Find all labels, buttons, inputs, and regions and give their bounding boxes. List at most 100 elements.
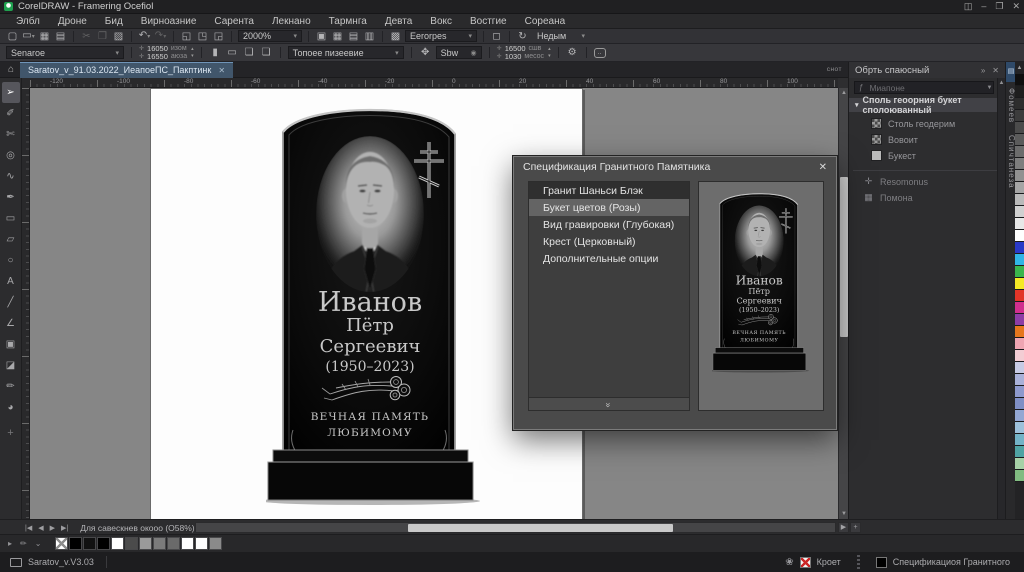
palette-swatch[interactable] bbox=[1015, 98, 1024, 110]
palette-swatch[interactable] bbox=[1015, 458, 1024, 470]
scroll-up-icon[interactable]: ▲ bbox=[998, 78, 1005, 88]
doc-palette-swatch[interactable] bbox=[153, 537, 166, 550]
eyedropper-tool[interactable]: ✏ bbox=[2, 376, 20, 397]
size-height-field[interactable]: 1030 bbox=[505, 52, 522, 61]
show-grid-icon[interactable]: ▤ bbox=[347, 30, 360, 43]
position-y-field[interactable]: 16550 bbox=[147, 52, 168, 61]
menu-text[interactable]: Девта bbox=[377, 15, 420, 28]
palette-swatch[interactable] bbox=[1015, 74, 1024, 86]
palette-swatch[interactable] bbox=[1015, 158, 1024, 170]
palette-swatch[interactable] bbox=[1015, 326, 1024, 338]
docker-scrollbar[interactable]: ▲ bbox=[997, 78, 1005, 519]
menu-tools[interactable]: Востгие bbox=[462, 15, 515, 28]
doc-palette-swatch[interactable] bbox=[97, 537, 110, 550]
doc-palette-swatch[interactable] bbox=[125, 537, 138, 550]
nudge-icon[interactable]: ✥ bbox=[419, 46, 432, 59]
monument-surname[interactable]: Иванов bbox=[318, 287, 422, 318]
palette-swatch[interactable] bbox=[1015, 302, 1024, 314]
palette-swatch[interactable] bbox=[1015, 242, 1024, 254]
palette-swatch[interactable] bbox=[1015, 362, 1024, 374]
palette-swatch[interactable] bbox=[1015, 470, 1024, 482]
monument-epitaph-line2[interactable]: ЛЮБИМОМУ bbox=[327, 427, 412, 439]
layer-group-header[interactable]: ▾ Споль геоорния букет сполоюванный bbox=[849, 98, 1006, 112]
connector-tool[interactable]: ∠ bbox=[2, 313, 20, 334]
monument-first-name[interactable]: Пётр bbox=[346, 315, 394, 336]
quick-launch-icon[interactable]: ◫ bbox=[964, 1, 973, 12]
scroll-right-icon[interactable]: ▶ bbox=[838, 522, 849, 533]
palette-swatch[interactable] bbox=[1015, 266, 1024, 278]
feedback-icon[interactable]: ‥ bbox=[594, 48, 606, 58]
restore-button[interactable]: ❐ bbox=[995, 1, 1003, 12]
page-portrait-icon[interactable]: ▮ bbox=[209, 46, 222, 59]
artistic-media-tool[interactable]: ✒ bbox=[2, 187, 20, 208]
palette-swatch[interactable] bbox=[1015, 338, 1024, 350]
palette-swatch[interactable] bbox=[1015, 86, 1024, 98]
new-document-icon[interactable]: ▢ bbox=[6, 30, 19, 43]
home-icon[interactable]: ⌂ bbox=[8, 64, 14, 75]
monument-epitaph-line1[interactable]: ВЕЧНАЯ ПАМЯТЬ bbox=[311, 411, 429, 423]
doc-palette-swatch[interactable] bbox=[83, 537, 96, 550]
extra-item-resomonus[interactable]: ✛ Resomonus bbox=[849, 174, 1006, 189]
palette-options-icon[interactable]: ⌄ bbox=[35, 539, 42, 548]
menu-layout[interactable]: Вирноазние bbox=[133, 15, 205, 28]
list-item-extra-options[interactable]: Дополнительные опции bbox=[529, 250, 689, 267]
rectangle-tool[interactable]: ▭ bbox=[2, 208, 20, 229]
vertical-scroll-thumb[interactable] bbox=[840, 177, 848, 337]
fill-color-swatch[interactable] bbox=[876, 557, 887, 568]
shape-tool[interactable]: ✐ bbox=[2, 103, 20, 124]
doc-palette-swatch[interactable] bbox=[181, 537, 194, 550]
docker-close-icon[interactable]: ✕ bbox=[992, 66, 999, 75]
next-page-button[interactable]: ▶ bbox=[50, 524, 55, 532]
base-plinth[interactable] bbox=[273, 450, 468, 462]
show-rulers-icon[interactable]: ▦ bbox=[331, 30, 344, 43]
snap-to-combo[interactable]: Eerorpes▾ bbox=[405, 30, 477, 42]
customize-toolbox-button[interactable]: + bbox=[2, 422, 20, 443]
close-button[interactable]: ✕ bbox=[1012, 1, 1020, 12]
palette-swatch[interactable] bbox=[1015, 314, 1024, 326]
dialog-close-icon[interactable]: ✕ bbox=[819, 162, 827, 173]
palette-swatch[interactable] bbox=[1015, 434, 1024, 446]
export-icon[interactable]: ◳ bbox=[196, 30, 209, 43]
list-item-cross[interactable]: Крест (Церковный) bbox=[529, 233, 689, 250]
crop-tool[interactable]: ✄ bbox=[2, 124, 20, 145]
palette-scroll-up-icon[interactable]: ▲ bbox=[1015, 62, 1024, 74]
save-icon[interactable]: ▦ bbox=[38, 30, 51, 43]
snap-icon[interactable]: ▩ bbox=[389, 30, 402, 43]
palette-swatch[interactable] bbox=[1015, 194, 1024, 206]
list-item-engraving[interactable]: Вид гравировки (Глубокая) bbox=[529, 216, 689, 233]
document-tab[interactable]: Saratov_v_91.03.2022_ИеапоеПС_Пакптинк ✕ bbox=[20, 62, 233, 78]
current-page-icon[interactable]: ❏ bbox=[260, 46, 273, 59]
docker-search-input[interactable] bbox=[867, 82, 982, 94]
zoom-tool-button[interactable]: + bbox=[850, 522, 861, 533]
palette-swatch[interactable] bbox=[1015, 446, 1024, 458]
palette-swatch[interactable] bbox=[1015, 254, 1024, 266]
docker-search-box[interactable]: ƒ ▼ bbox=[854, 81, 994, 94]
size-spinner[interactable]: ▴▾ bbox=[548, 46, 551, 60]
palette-swatch[interactable] bbox=[1015, 410, 1024, 422]
doc-palette-swatch[interactable] bbox=[111, 537, 124, 550]
menu-window[interactable]: Сореана bbox=[517, 15, 574, 28]
list-item-granite[interactable]: Гранит Шаньси Блэк bbox=[529, 182, 689, 199]
units-combo[interactable]: Топоее пизеевие▾ bbox=[288, 46, 404, 59]
palette-swatch[interactable] bbox=[1015, 422, 1024, 434]
palette-swatch[interactable] bbox=[1015, 170, 1024, 182]
docker-title-bar[interactable]: Обрть спаюсный » ✕ bbox=[849, 62, 1005, 78]
palette-swatch[interactable] bbox=[1015, 398, 1024, 410]
palette-swatch[interactable] bbox=[1015, 374, 1024, 386]
monument-patronymic[interactable]: Сергеевич bbox=[320, 336, 421, 357]
launch-icon[interactable]: ↻ bbox=[516, 30, 529, 43]
paste-icon[interactable]: ▨ bbox=[112, 30, 125, 43]
layer-item-geometry[interactable]: Столь геодерим bbox=[849, 116, 1006, 131]
position-spinner[interactable]: ▴▾ bbox=[191, 46, 194, 60]
cut-icon[interactable]: ✂ bbox=[80, 30, 93, 43]
menu-effects[interactable]: Лекнано bbox=[264, 15, 319, 28]
layer-item-bouquet[interactable]: Букест bbox=[849, 148, 1006, 163]
polygon-tool[interactable]: ▱ bbox=[2, 229, 20, 250]
freehand-tool[interactable]: ∿ bbox=[2, 166, 20, 187]
zoom-tool[interactable]: ◎ bbox=[2, 145, 20, 166]
docker-expand-icon[interactable]: » bbox=[981, 66, 985, 75]
eyedropper-icon[interactable]: ✏ bbox=[20, 539, 27, 548]
list-item-bouquet[interactable]: Букет цветов (Розы) bbox=[529, 199, 689, 216]
palette-swatch[interactable] bbox=[1015, 290, 1024, 302]
full-screen-preview-icon[interactable]: ▣ bbox=[315, 30, 328, 43]
